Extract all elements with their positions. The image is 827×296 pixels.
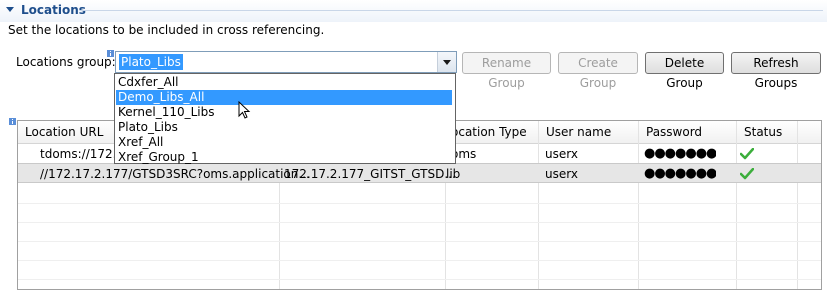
delete-group-button[interactable]: Delete Group [645, 52, 724, 90]
locations-group-selected-value: Plato_Libs [119, 54, 183, 70]
row-location-url: //172.17.2.177/GTSD3SRC?oms.application.… [40, 167, 310, 181]
dropdown-option[interactable]: Xref_Group_1 [116, 150, 452, 165]
column-header-location-url[interactable]: Location URL [18, 121, 103, 143]
dropdown-option[interactable]: Cdxfer_All [116, 75, 452, 90]
status-ok-icon [740, 148, 754, 160]
row-gridline [18, 241, 821, 242]
collapse-triangle-icon[interactable] [5, 5, 15, 15]
row-user-name: userx [545, 167, 578, 181]
row-location-type: lib [446, 167, 461, 181]
rename-group-button[interactable]: Rename Group [462, 52, 551, 90]
locations-group-label: Locations group: [16, 55, 116, 69]
column-header-location-type[interactable]: ocation Type [446, 121, 527, 143]
column-header-user-name[interactable]: User name [539, 121, 611, 143]
info-decoration-icon [107, 50, 114, 57]
locations-group-dropdown-list[interactable]: Cdxfer_All Demo_Libs_All Kernel_110_Libs… [114, 73, 456, 164]
section-description: Set the locations to be included in cros… [8, 23, 325, 37]
column-header-status[interactable]: Status [737, 121, 782, 143]
create-group-button[interactable]: Create Group [558, 52, 638, 90]
row-gridline [18, 279, 821, 280]
row-location-name: 172.17.2.177_GITST_GTSD... [284, 167, 456, 181]
dropdown-option[interactable]: Plato_Libs [116, 120, 452, 135]
chevron-down-icon [443, 60, 451, 65]
section-divider [80, 10, 823, 11]
row-user-name: userx [545, 147, 578, 161]
status-ok-icon [740, 168, 754, 180]
row-gridline [18, 222, 821, 223]
dropdown-option-highlighted[interactable]: Demo_Libs_All [116, 90, 452, 105]
row-location-url: tdoms://172.1 [40, 147, 125, 161]
dropdown-option[interactable]: Kernel_110_Libs [116, 105, 452, 120]
refresh-groups-button[interactable]: Refresh Groups [731, 52, 821, 90]
row-gridline [18, 203, 821, 204]
column-header-password[interactable]: Password [639, 121, 702, 143]
info-decoration-icon [9, 118, 16, 125]
row-gridline [18, 260, 821, 261]
row-password: ●●●●●●● [644, 146, 717, 161]
table-row[interactable]: //172.17.2.177/GTSD3SRC?oms.application.… [18, 163, 821, 183]
dropdown-option[interactable]: Xref_All [116, 135, 452, 150]
section-title: Locations [21, 3, 86, 17]
row-password: ●●●●●●● [644, 166, 717, 181]
combo-dropdown-button[interactable] [437, 52, 456, 72]
locations-group-combo[interactable]: Plato_Libs [115, 51, 457, 73]
section-header[interactable]: Locations [0, 0, 827, 22]
mouse-pointer-icon [238, 101, 251, 119]
